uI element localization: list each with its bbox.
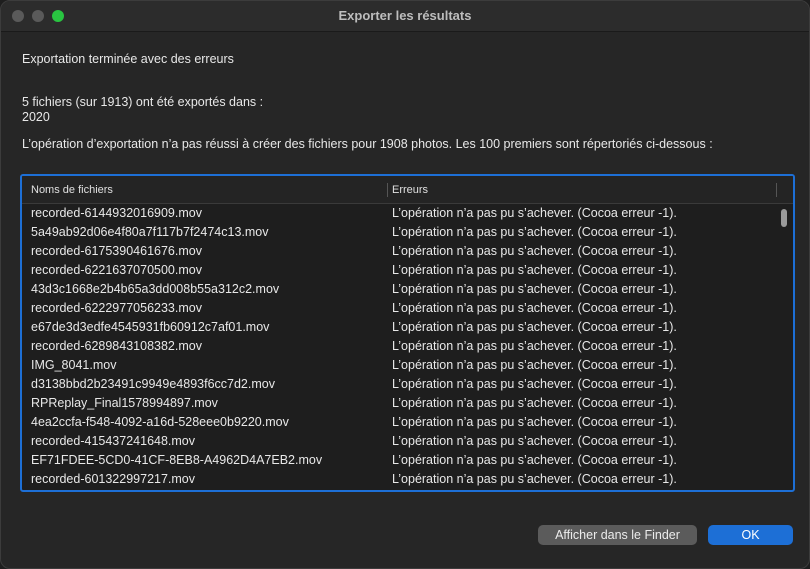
table-row[interactable]: recorded-6289843108382.mov L’opération n’…	[22, 337, 793, 356]
failure-message-text: L’opération d’exportation n’a pas réussi…	[22, 137, 713, 151]
ok-button[interactable]: OK	[708, 525, 793, 545]
table-row[interactable]: 5a49ab92d06e4f80a7f117b7f2474c13.mov L’op…	[22, 223, 793, 242]
table-row[interactable]: recorded-6221637070500.mov L’opération n’…	[22, 261, 793, 280]
error-cell: L’opération n’a pas pu s’achever. (Cocoa…	[392, 320, 677, 334]
column-header-errors[interactable]: Erreurs	[392, 184, 428, 196]
column-divider[interactable]	[387, 183, 388, 197]
column-divider[interactable]	[776, 183, 777, 197]
error-cell: L’opération n’a pas pu s’achever. (Cocoa…	[392, 301, 677, 315]
table-row[interactable]: recorded-601322997217.mov L’opération n’a…	[22, 470, 793, 489]
filename-cell: recorded-6175390461676.mov	[31, 244, 202, 258]
error-cell: L’opération n’a pas pu s’achever. (Cocoa…	[392, 206, 677, 220]
table-row[interactable]: IMG_8041.mov L’opération n’a pas pu s’ach…	[22, 356, 793, 375]
table-row[interactable]: d3138bbd2b23491c9949e4893f6cc7d2.mov L’op…	[22, 375, 793, 394]
filename-cell: recorded-6289843108382.mov	[31, 339, 202, 353]
error-cell: L’opération n’a pas pu s’achever. (Cocoa…	[392, 282, 677, 296]
table-row[interactable]: RPReplay_Final1578994897.mov L’opération …	[22, 394, 793, 413]
title-bar: Exporter les résultats	[1, 1, 809, 32]
filename-cell: 4ea2ccfa-f548-4092-a16d-528eee0b9220.mov	[31, 415, 289, 429]
error-cell: L’opération n’a pas pu s’achever. (Cocoa…	[392, 358, 677, 372]
table-row[interactable]: recorded-6175390461676.mov L’opération n’…	[22, 242, 793, 261]
error-cell: L’opération n’a pas pu s’achever. (Cocoa…	[392, 225, 677, 239]
filename-cell: e67de3d3edfe4545931fb60912c7af01.mov	[31, 320, 270, 334]
error-cell: L’opération n’a pas pu s’achever. (Cocoa…	[392, 396, 677, 410]
show-in-finder-button[interactable]: Afficher dans le Finder	[538, 525, 697, 545]
window-title: Exporter les résultats	[338, 8, 472, 23]
table-row[interactable]: 43d3c1668e2b4b65a3dd008b55a312c2.mov L’op…	[22, 280, 793, 299]
export-summary-text: 5 fichiers (sur 1913) ont été exportés d…	[22, 95, 264, 109]
export-results-window: Exporter les résultats Exportation termi…	[0, 0, 810, 569]
filename-cell: 43d3c1668e2b4b65a3dd008b55a312c2.mov	[31, 282, 280, 296]
filename-cell: recorded-601322997217.mov	[31, 472, 196, 486]
filename-cell: 5a49ab92d06e4f80a7f117b7f2474c13.mov	[31, 225, 269, 239]
error-cell: L’opération n’a pas pu s’achever. (Cocoa…	[392, 415, 677, 429]
filename-cell: d3138bbd2b23491c9949e4893f6cc7d2.mov	[31, 377, 275, 391]
error-cell: L’opération n’a pas pu s’achever. (Cocoa…	[392, 434, 677, 448]
filename-cell: EF71FDEE-5CD0-41CF-8EB8-A4962D4A7EB2.mov	[31, 453, 323, 467]
filename-cell: recorded-6144932016909.mov	[31, 206, 202, 220]
table-body: recorded-6144932016909.mov L’opération n’…	[22, 204, 793, 489]
table-header: Noms de fichiers Erreurs	[22, 176, 793, 204]
column-header-filenames[interactable]: Noms de fichiers	[31, 184, 113, 196]
table-row[interactable]: recorded-6222977056233.mov L’opération n’…	[22, 299, 793, 318]
table-row[interactable]: EF71FDEE-5CD0-41CF-8EB8-A4962D4A7EB2.mov…	[22, 451, 793, 470]
error-cell: L’opération n’a pas pu s’achever. (Cocoa…	[392, 377, 677, 391]
table-row[interactable]: 4ea2ccfa-f548-4092-a16d-528eee0b9220.mov…	[22, 413, 793, 432]
error-cell: L’opération n’a pas pu s’achever. (Cocoa…	[392, 263, 677, 277]
errors-table[interactable]: Noms de fichiers Erreurs recorded-614493…	[20, 174, 795, 492]
filename-cell: recorded-6222977056233.mov	[31, 301, 202, 315]
filename-cell: recorded-415437241648.mov	[31, 434, 196, 448]
export-status-text: Exportation terminée avec des erreurs	[22, 52, 234, 66]
export-destination-text: 2020	[22, 110, 50, 124]
table-row[interactable]: recorded-415437241648.mov L’opération n’a…	[22, 432, 793, 451]
error-cell: L’opération n’a pas pu s’achever. (Cocoa…	[392, 453, 677, 467]
filename-cell: IMG_8041.mov	[31, 358, 117, 372]
filename-cell: recorded-6221637070500.mov	[31, 263, 202, 277]
vertical-scrollbar[interactable]	[781, 209, 787, 227]
table-row[interactable]: e67de3d3edfe4545931fb60912c7af01.mov L’op…	[22, 318, 793, 337]
table-row[interactable]: recorded-6144932016909.mov L’opération n’…	[22, 204, 793, 223]
error-cell: L’opération n’a pas pu s’achever. (Cocoa…	[392, 472, 677, 486]
error-cell: L’opération n’a pas pu s’achever. (Cocoa…	[392, 244, 677, 258]
error-cell: L’opération n’a pas pu s’achever. (Cocoa…	[392, 339, 677, 353]
filename-cell: RPReplay_Final1578994897.mov	[31, 396, 218, 410]
